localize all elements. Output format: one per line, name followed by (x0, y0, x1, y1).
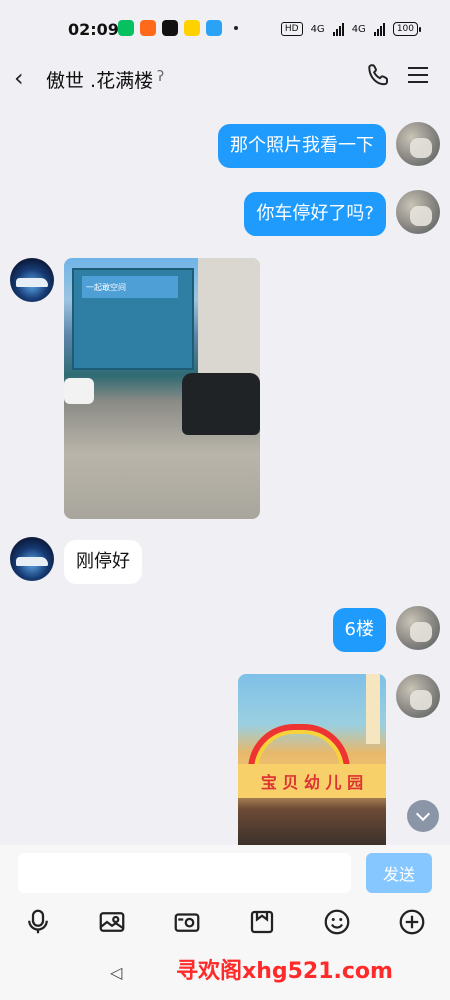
notification-dot (234, 26, 238, 30)
network-4g-label-2: 4G (351, 23, 366, 35)
message-input[interactable] (18, 853, 351, 893)
message-bubble-other[interactable]: 刚停好 (64, 540, 142, 584)
my-avatar[interactable] (396, 190, 440, 234)
status-app-icons (118, 20, 238, 36)
cloud-icon (206, 20, 222, 36)
image-side-sign (366, 674, 380, 744)
message-bubble-me[interactable]: 你车停好了吗? (244, 192, 386, 236)
camera-icon[interactable] (172, 907, 202, 937)
image-icon[interactable] (97, 907, 127, 937)
status-time: 02:09 (68, 20, 119, 39)
system-back-icon[interactable]: ◁ (110, 963, 122, 982)
system-navigation: ◁ 寻欢阁xhg521.com (0, 945, 450, 1000)
add-icon[interactable] (397, 907, 427, 937)
meituan-icon (184, 20, 200, 36)
scroll-to-bottom-icon[interactable] (407, 800, 439, 832)
wechat-style-icon (118, 20, 134, 36)
message-bubble-me[interactable]: 6楼 (332, 608, 386, 652)
signal-icon (332, 22, 344, 36)
send-button[interactable]: 发送 (366, 853, 432, 893)
watermark: 寻欢阁xhg521.com (176, 959, 393, 984)
signal-icon-2 (373, 22, 385, 36)
contact-avatar[interactable] (10, 537, 54, 581)
my-avatar[interactable] (396, 606, 440, 650)
ear-icon: ʔ (157, 69, 165, 85)
status-right: HD 4G 4G 100 (280, 22, 422, 36)
status-bar: 02:09 HD 4G 4G 100 (0, 0, 450, 56)
chat-icon (162, 20, 178, 36)
input-bar: 发送 (0, 845, 450, 903)
chat-messages[interactable]: 那个照片我看一下 你车停好了吗? 一起敢空间 刚停好 6楼 宝 贝 幼 儿 园 (0, 100, 450, 845)
emoji-icon[interactable] (322, 907, 352, 937)
chat-title: 傲世 .花满楼 (46, 70, 154, 92)
toolbar (0, 903, 450, 945)
image-kindergarten-sign: 宝 贝 幼 儿 园 (238, 764, 386, 798)
chat-header: ‹ 傲世 .花满楼 ʔ (0, 56, 450, 100)
message-image-street[interactable]: 一起敢空间 (64, 258, 260, 519)
weibo-icon (140, 20, 156, 36)
message-image-kindergarten[interactable]: 宝 贝 幼 儿 园 (238, 674, 386, 845)
image-sign-text: 宝 贝 幼 儿 园 (260, 773, 364, 792)
phone-icon[interactable] (366, 62, 392, 88)
image-car (182, 373, 260, 435)
microphone-icon[interactable] (23, 907, 53, 937)
my-avatar[interactable] (396, 122, 440, 166)
image-sign: 一起敢空间 (82, 276, 178, 298)
message-bubble-me[interactable]: 那个照片我看一下 (218, 124, 386, 168)
file-icon[interactable] (247, 907, 277, 937)
back-icon[interactable]: ‹ (14, 64, 24, 92)
contact-avatar[interactable] (10, 258, 54, 302)
image-sign-text: 一起敢空间 (86, 283, 126, 292)
network-4g-label: 4G (310, 23, 325, 35)
image-car-white (64, 378, 94, 404)
my-avatar[interactable] (396, 674, 440, 718)
menu-icon[interactable] (408, 66, 428, 84)
hd-badge: HD (280, 22, 303, 36)
battery-indicator: 100 (392, 22, 422, 36)
